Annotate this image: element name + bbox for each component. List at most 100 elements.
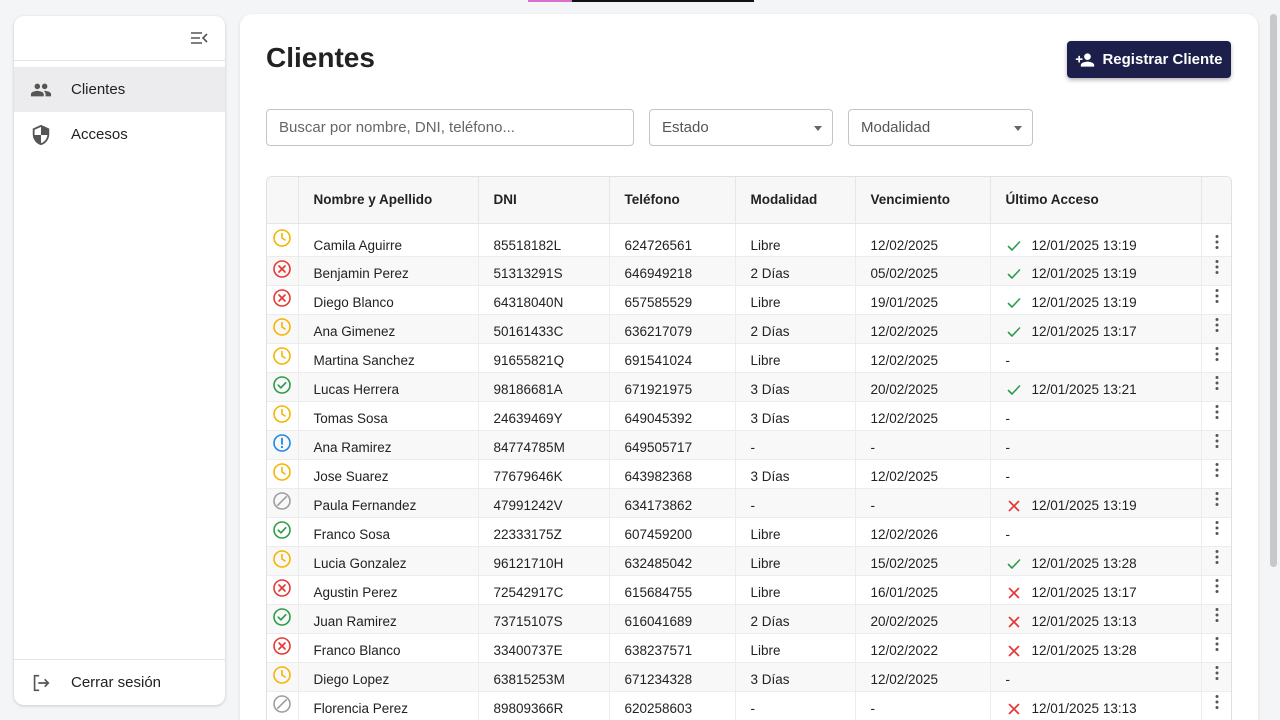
more-vert-icon[interactable] <box>1208 316 1226 334</box>
clients-table: Nombre y Apellido DNI Teléfono Modalidad… <box>266 176 1232 720</box>
cell-name: Benjamin Perez <box>298 256 479 286</box>
cell-due: - <box>855 430 991 460</box>
sidebar-item-accesos[interactable]: Accesos <box>14 112 225 157</box>
table-row[interactable]: Diego Lopez 63815253M 671234328 3 Días 12/02… <box>267 662 1231 692</box>
table-row[interactable]: Ana Gimenez 50161433C 636217079 2 Días 12/02… <box>267 314 1231 344</box>
more-vert-icon[interactable] <box>1208 577 1226 595</box>
more-vert-icon[interactable] <box>1208 287 1226 305</box>
status-pending-icon <box>267 228 298 248</box>
cell-phone: 691541024 <box>609 343 736 373</box>
last-access-value: 12/01/2025 13:17 <box>1031 324 1137 339</box>
chevron-down-icon <box>814 126 822 131</box>
cell-mode: Libre <box>735 223 856 257</box>
header-actions <box>1201 177 1231 224</box>
register-client-button[interactable]: Registrar Cliente <box>1067 41 1231 78</box>
cell-due: 15/02/2025 <box>855 546 991 576</box>
logout-button[interactable]: Cerrar sesión <box>14 659 225 705</box>
last-access-value: 12/01/2025 13:19 <box>1031 266 1137 281</box>
row-actions <box>1201 430 1231 460</box>
table-row[interactable]: Lucia Gonzalez 96121710H 632485042 Libre 15/… <box>267 546 1231 576</box>
last-access-value: 12/01/2025 13:28 <box>1031 556 1137 571</box>
more-vert-icon[interactable] <box>1208 403 1226 421</box>
header-dni[interactable]: DNI <box>478 177 610 224</box>
status-inactive-icon <box>267 694 298 714</box>
cell-phone: 624726561 <box>609 223 736 257</box>
header-phone[interactable]: Teléfono <box>609 177 736 224</box>
more-vert-icon[interactable] <box>1208 693 1226 711</box>
estado-select[interactable]: Estado <box>649 109 833 146</box>
table-row[interactable]: Tomas Sosa 24639469Y 649045392 3 Días 12/02/… <box>267 401 1231 431</box>
table-row[interactable]: Jose Suarez 77679646K 643982368 3 Días 12/02… <box>267 459 1231 489</box>
status-active-icon <box>267 607 298 627</box>
header-last-access[interactable]: Último Acceso <box>990 177 1202 224</box>
people-icon <box>30 79 52 101</box>
cell-phone: 636217079 <box>609 314 736 344</box>
sidebar-item-clientes[interactable]: Clientes <box>14 67 225 112</box>
chevron-down-icon <box>1014 126 1022 131</box>
cell-mode: 3 Días <box>735 372 856 402</box>
more-vert-icon[interactable] <box>1208 548 1226 566</box>
table-row[interactable]: Benjamin Perez 51313291S 646949218 2 Días 05… <box>267 256 1231 286</box>
row-actions <box>1201 343 1231 373</box>
cell-dni: 77679646K <box>478 459 610 489</box>
cell-due: 05/02/2025 <box>855 256 991 286</box>
more-vert-icon[interactable] <box>1208 606 1226 624</box>
cell-due: 19/01/2025 <box>855 285 991 315</box>
check-icon <box>1006 324 1022 340</box>
cell-mode: Libre <box>735 343 856 373</box>
row-actions <box>1201 633 1231 663</box>
more-vert-icon[interactable] <box>1208 635 1226 653</box>
page-scrollbar[interactable] <box>1270 14 1277 567</box>
table-row[interactable]: Franco Blanco 33400737E 638237571 Libre 12/0… <box>267 633 1231 663</box>
cell-last-access: 12/01/2025 13:19 <box>990 256 1202 286</box>
table-row[interactable]: Franco Sosa 22333175Z 607459200 Libre 12/02/… <box>267 517 1231 547</box>
table-row[interactable]: Florencia Perez 89809366R 620258603- -12/01… <box>267 691 1231 720</box>
last-access-value: - <box>1005 353 1011 368</box>
cross-icon <box>1006 498 1022 514</box>
table-row[interactable]: Ana Ramirez 84774785M 649505717- - - <box>267 430 1231 460</box>
cell-due: 12/02/2025 <box>855 459 991 489</box>
more-vert-icon[interactable] <box>1208 374 1226 392</box>
search-input[interactable] <box>266 109 634 146</box>
row-actions <box>1201 223 1231 257</box>
collapse-menu-icon[interactable] <box>189 28 209 48</box>
cell-mode: 3 Días <box>735 662 856 692</box>
more-vert-icon[interactable] <box>1208 461 1226 479</box>
header-due[interactable]: Vencimiento <box>855 177 991 224</box>
cell-last-access: - <box>990 517 1202 547</box>
cell-name: Agustin Perez <box>298 575 479 605</box>
sidebar-nav: Clientes Accesos <box>14 67 225 157</box>
last-access-value: - <box>1005 527 1011 542</box>
more-vert-icon[interactable] <box>1208 664 1226 682</box>
modalidad-select[interactable]: Modalidad <box>848 109 1033 146</box>
table-row[interactable]: Camila Aguirre 85518182L 624726561 Libre 12/… <box>267 223 1231 257</box>
table-row[interactable]: Diego Blanco 64318040N 657585529 Libre 19/01… <box>267 285 1231 315</box>
cell-phone: 649045392 <box>609 401 736 431</box>
header-mode[interactable]: Modalidad <box>735 177 856 224</box>
table-row[interactable]: Agustin Perez 72542917C 615684755 Libre 16/0… <box>267 575 1231 605</box>
row-actions <box>1201 517 1231 547</box>
cell-last-access: 12/01/2025 13:28 <box>990 633 1202 663</box>
status-cell <box>267 546 299 576</box>
cell-phone: 671921975 <box>609 372 736 402</box>
header-name[interactable]: Nombre y Apellido <box>298 177 479 224</box>
more-vert-icon[interactable] <box>1208 519 1226 537</box>
more-vert-icon[interactable] <box>1208 432 1226 450</box>
cell-dni: 22333175Z <box>478 517 610 547</box>
more-vert-icon[interactable] <box>1208 258 1226 276</box>
row-actions <box>1201 575 1231 605</box>
cell-name: Tomas Sosa <box>298 401 479 431</box>
more-vert-icon[interactable] <box>1208 233 1226 251</box>
cell-dni: 85518182L <box>478 223 610 257</box>
table-row[interactable]: Juan Ramirez 73715107S 616041689 2 Días 20/0… <box>267 604 1231 634</box>
more-vert-icon[interactable] <box>1208 490 1226 508</box>
table-row[interactable]: Martina Sanchez 91655821Q 691541024 Libre 12… <box>267 343 1231 373</box>
status-pending-icon <box>267 462 298 482</box>
table-row[interactable]: Paula Fernandez 47991242V 634173862- -12/01… <box>267 488 1231 518</box>
logout-icon <box>30 672 52 694</box>
more-vert-icon[interactable] <box>1208 345 1226 363</box>
cross-icon <box>1006 614 1022 630</box>
table-row[interactable]: Lucas Herrera 98186681A 671921975 3 Días 20/… <box>267 372 1231 402</box>
header-status <box>267 177 299 224</box>
row-actions <box>1201 285 1231 315</box>
